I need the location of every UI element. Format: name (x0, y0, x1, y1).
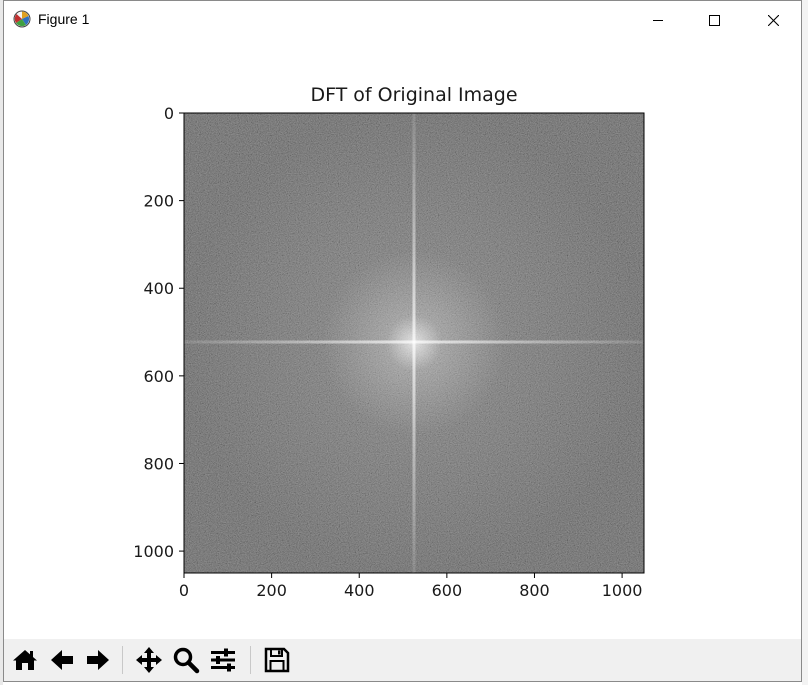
toolbar-separator (122, 646, 123, 674)
zoom-button[interactable] (170, 644, 202, 676)
window-title: Figure 1 (38, 11, 90, 27)
y-tick-label: 1000 (133, 542, 174, 561)
save-icon (264, 647, 290, 673)
maximize-icon (708, 14, 720, 26)
matplotlib-logo-icon (13, 10, 31, 28)
close-button[interactable] (750, 1, 796, 39)
forward-button[interactable] (82, 644, 114, 676)
configure-subplots-icon (211, 648, 235, 672)
y-tick-label: 800 (143, 454, 174, 473)
y-tick-label: 200 (143, 192, 174, 211)
x-axis: 0 200 400 600 800 1000 (179, 573, 643, 600)
save-button[interactable] (261, 644, 293, 676)
x-tick-label: 0 (179, 581, 189, 600)
figure-canvas[interactable]: DFT of Original Image 0 200 400 600 800 1000 … (4, 39, 801, 639)
x-tick-label: 600 (432, 581, 463, 600)
forward-arrow-icon (87, 650, 109, 670)
x-tick-label: 800 (519, 581, 550, 600)
spectrum-image (184, 113, 644, 573)
figure-window: Figure 1 DFT of Original Image 0 200 400… (3, 0, 802, 682)
title-bar[interactable]: Figure 1 (4, 1, 801, 39)
configure-subplots-button[interactable] (207, 644, 239, 676)
zoom-icon (173, 647, 200, 674)
home-button[interactable] (9, 644, 41, 676)
background-desktop-right (802, 0, 808, 685)
x-tick-label: 200 (256, 581, 287, 600)
home-icon (13, 650, 37, 670)
plot-area: DFT of Original Image 0 200 400 600 800 1000 … (133, 84, 645, 600)
back-arrow-icon (51, 650, 73, 670)
minimize-button[interactable] (635, 1, 681, 39)
close-icon (767, 14, 779, 26)
pan-icon (136, 647, 162, 673)
x-tick-label: 1000 (602, 581, 643, 600)
x-tick-label: 400 (344, 581, 375, 600)
minimize-icon (653, 20, 663, 21)
toolbar-separator (250, 646, 251, 674)
y-tick-label: 0 (164, 104, 174, 123)
chart-title: DFT of Original Image (310, 84, 517, 106)
maximize-button[interactable] (691, 1, 737, 39)
y-axis: 0 200 400 600 800 1000 (133, 104, 184, 561)
back-button[interactable] (46, 644, 78, 676)
y-tick-label: 600 (143, 367, 174, 386)
pan-button[interactable] (133, 644, 165, 676)
navigation-toolbar (4, 639, 801, 681)
y-tick-label: 400 (143, 279, 174, 298)
